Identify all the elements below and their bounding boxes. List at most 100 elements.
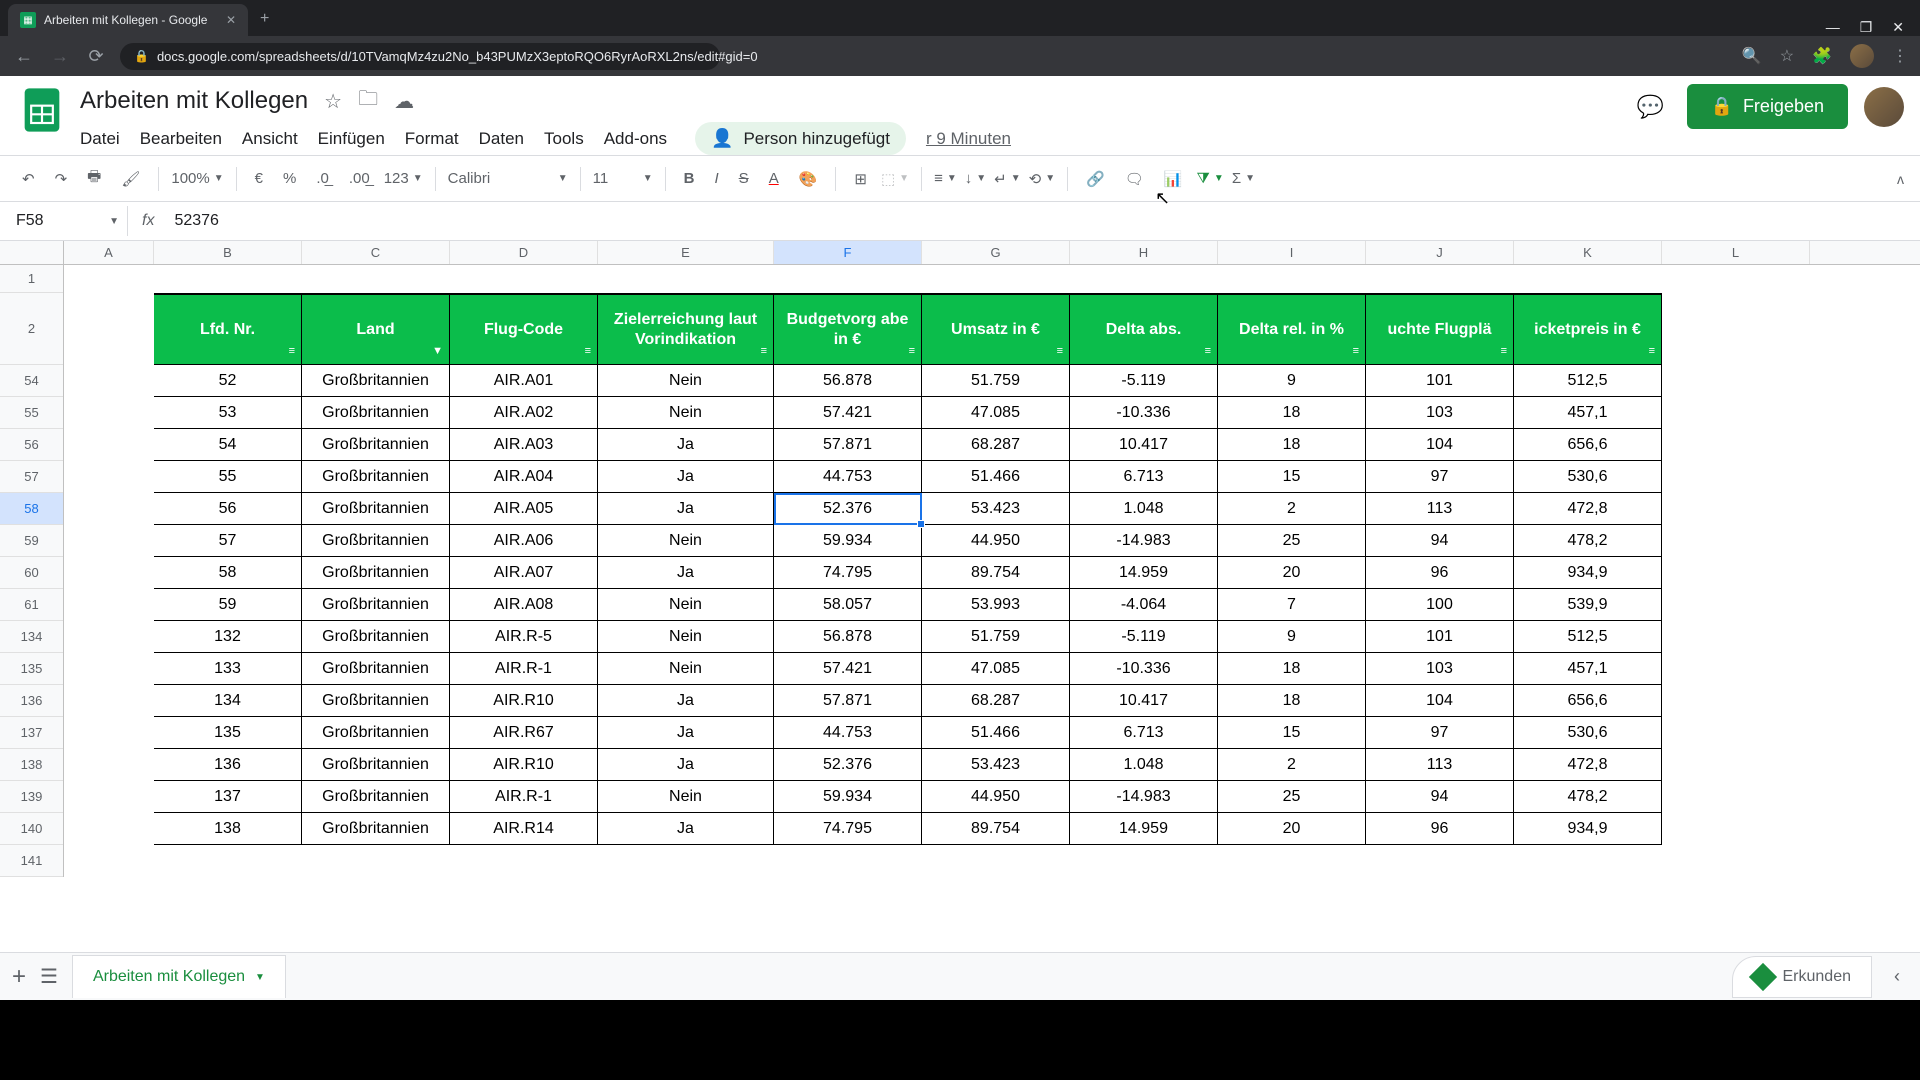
table-cell[interactable]: 135 <box>154 717 302 749</box>
row-header[interactable]: 135 <box>0 653 63 685</box>
back-icon[interactable]: ← <box>12 46 36 67</box>
filter-icon[interactable]: ≡ <box>1057 345 1063 358</box>
star-outline-icon[interactable]: ☆ <box>324 89 342 114</box>
table-cell[interactable]: 51.759 <box>922 621 1070 653</box>
star-icon[interactable]: ☆ <box>1780 46 1794 66</box>
table-header[interactable]: Budgetvorg abe in €≡ <box>774 293 922 365</box>
table-cell[interactable]: 7 <box>1218 589 1366 621</box>
filter-icon[interactable]: ≡ <box>909 345 915 358</box>
table-cell[interactable]: 96 <box>1366 813 1514 845</box>
table-header[interactable]: Umsatz in €≡ <box>922 293 1070 365</box>
address-bar[interactable]: 🔒 docs.google.com/spreadsheets/d/10TVamq… <box>120 43 720 70</box>
table-cell[interactable]: 59.934 <box>774 525 922 557</box>
table-cell[interactable]: 9 <box>1218 365 1366 397</box>
col-header-g[interactable]: G <box>922 241 1070 264</box>
row-header[interactable]: 140 <box>0 813 63 845</box>
table-cell[interactable]: Nein <box>598 781 774 813</box>
table-cell[interactable]: -4.064 <box>1070 589 1218 621</box>
cell[interactable] <box>450 265 598 293</box>
print-icon[interactable]: 🖶 <box>81 162 107 195</box>
menu-datei[interactable]: Datei <box>80 129 120 149</box>
table-cell[interactable]: 58 <box>154 557 302 589</box>
undo-icon[interactable]: ↶ <box>16 166 41 192</box>
table-cell[interactable]: AIR.R14 <box>450 813 598 845</box>
table-cell[interactable]: 89.754 <box>922 813 1070 845</box>
person-added-chip[interactable]: 👤 Person hinzugefügt <box>695 122 906 155</box>
sheet-tab[interactable]: Arbeiten mit Kollegen ▼ <box>72 955 286 998</box>
table-cell[interactable]: AIR.A08 <box>450 589 598 621</box>
selection-handle[interactable] <box>917 520 925 528</box>
table-cell[interactable]: 472,8 <box>1514 749 1662 781</box>
table-cell[interactable]: 56 <box>154 493 302 525</box>
col-header-b[interactable]: B <box>154 241 302 264</box>
filter-icon[interactable]: ≡ <box>761 345 767 358</box>
font-dropdown[interactable]: Calibri▼ <box>448 170 568 187</box>
font-size-dropdown[interactable]: 11▼ <box>593 170 653 187</box>
add-sheet-button[interactable]: + <box>12 963 26 991</box>
table-cell[interactable]: 2 <box>1218 749 1366 781</box>
table-cell[interactable]: 96 <box>1366 557 1514 589</box>
row-header[interactable]: 2 <box>0 293 63 365</box>
table-cell[interactable]: 47.085 <box>922 397 1070 429</box>
table-cell[interactable]: 68.287 <box>922 429 1070 461</box>
cell[interactable] <box>1514 265 1662 293</box>
percent-button[interactable]: % <box>277 166 302 191</box>
kebab-menu-icon[interactable]: ⋮ <box>1892 46 1908 66</box>
chart-icon[interactable]: 📊 <box>1158 166 1189 192</box>
table-cell[interactable]: 55 <box>154 461 302 493</box>
table-cell[interactable]: 44.950 <box>922 525 1070 557</box>
table-cell[interactable]: 132 <box>154 621 302 653</box>
table-cell[interactable]: 94 <box>1366 525 1514 557</box>
cell[interactable] <box>64 265 154 293</box>
filter-icon[interactable]: ≡ <box>1501 345 1507 358</box>
table-cell[interactable]: 52.376 <box>774 749 922 781</box>
col-header-f[interactable]: F <box>774 241 922 264</box>
table-cell[interactable]: 539,9 <box>1514 589 1662 621</box>
row-header[interactable]: 56 <box>0 429 63 461</box>
table-header[interactable]: Lfd. Nr.≡ <box>154 293 302 365</box>
table-cell[interactable]: 51.759 <box>922 365 1070 397</box>
table-cell[interactable]: AIR.R-1 <box>450 781 598 813</box>
col-header-j[interactable]: J <box>1366 241 1514 264</box>
valign-dropdown[interactable]: ↓▼ <box>965 170 986 187</box>
table-cell[interactable]: Nein <box>598 589 774 621</box>
table-cell[interactable]: 104 <box>1366 685 1514 717</box>
table-cell[interactable]: 74.795 <box>774 557 922 589</box>
filter-dropdown[interactable]: ⧩▼ <box>1197 170 1224 187</box>
table-cell[interactable]: 56.878 <box>774 365 922 397</box>
table-cell[interactable]: 10.417 <box>1070 429 1218 461</box>
table-cell[interactable]: 133 <box>154 653 302 685</box>
borders-icon[interactable]: ⊞ <box>848 166 873 192</box>
table-cell[interactable]: 57.421 <box>774 397 922 429</box>
table-cell[interactable]: Ja <box>598 749 774 781</box>
table-cell[interactable]: 20 <box>1218 813 1366 845</box>
table-cell[interactable]: AIR.A03 <box>450 429 598 461</box>
zoom-dropdown[interactable]: 100%▼ <box>171 170 223 187</box>
table-cell[interactable]: -10.336 <box>1070 397 1218 429</box>
table-cell[interactable]: 51.466 <box>922 717 1070 749</box>
table-cell[interactable]: 9 <box>1218 621 1366 653</box>
table-cell[interactable]: 57.421 <box>774 653 922 685</box>
filter-icon[interactable]: ≡ <box>1353 345 1359 358</box>
row-header[interactable]: 141 <box>0 845 63 877</box>
cell[interactable] <box>598 265 774 293</box>
table-cell[interactable]: Großbritannien <box>302 717 450 749</box>
table-cell[interactable]: 52.376 <box>774 493 922 525</box>
table-header[interactable]: Delta abs.≡ <box>1070 293 1218 365</box>
table-cell[interactable]: 18 <box>1218 397 1366 429</box>
table-cell[interactable]: 59.934 <box>774 781 922 813</box>
table-cell[interactable]: 14.959 <box>1070 557 1218 589</box>
table-cell[interactable]: Großbritannien <box>302 365 450 397</box>
strikethrough-icon[interactable]: S <box>733 166 755 191</box>
row-header[interactable]: 59 <box>0 525 63 557</box>
table-header[interactable]: Land▼ <box>302 293 450 365</box>
explore-button[interactable]: Erkunden <box>1732 956 1873 998</box>
table-cell[interactable]: 656,6 <box>1514 685 1662 717</box>
table-cell[interactable]: Großbritannien <box>302 685 450 717</box>
table-cell[interactable]: Nein <box>598 653 774 685</box>
table-cell[interactable]: Ja <box>598 685 774 717</box>
table-cell[interactable]: 53 <box>154 397 302 429</box>
menu-addons[interactable]: Add-ons <box>604 129 667 149</box>
menu-ansicht[interactable]: Ansicht <box>242 129 298 149</box>
table-cell[interactable]: AIR.A01 <box>450 365 598 397</box>
